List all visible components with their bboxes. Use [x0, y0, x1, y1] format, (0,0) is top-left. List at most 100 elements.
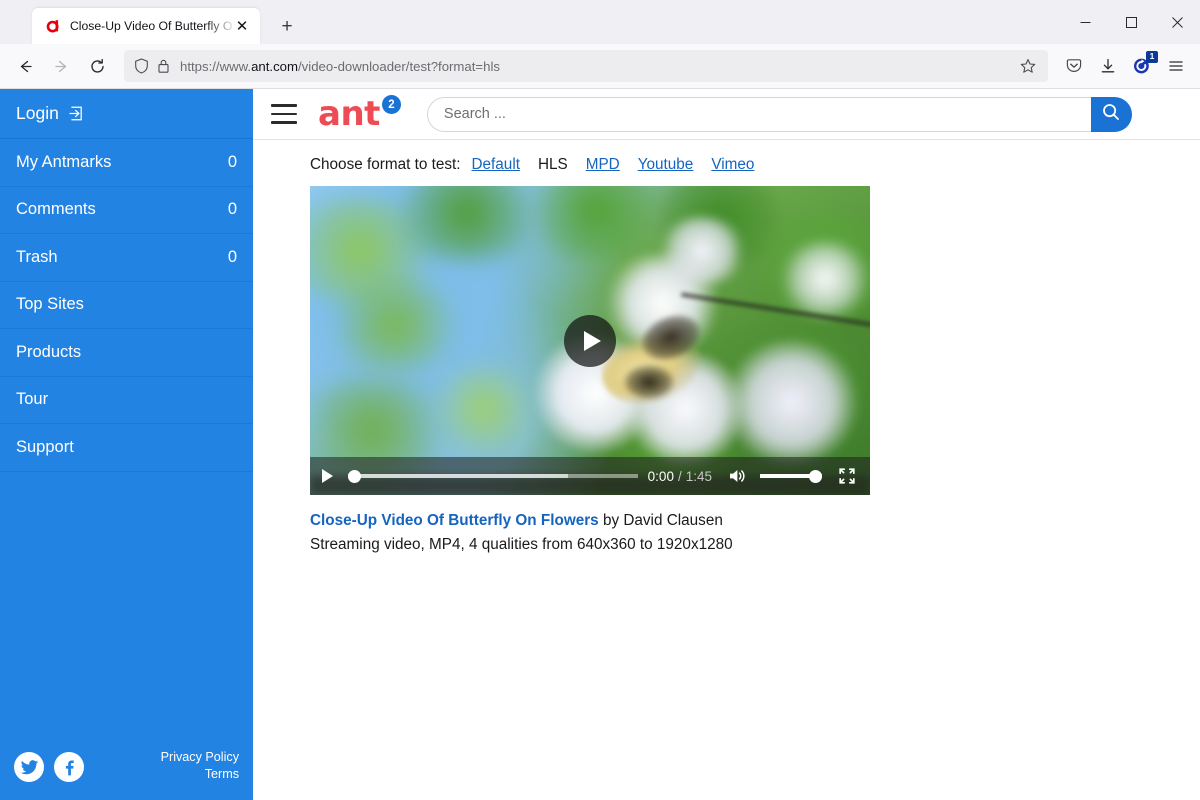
pocket-icon[interactable]: [1058, 50, 1090, 82]
duration: 1:45: [686, 469, 712, 484]
navigation-toolbar: https://www.ant.com/video-downloader/tes…: [0, 44, 1200, 89]
time-separator: /: [678, 469, 682, 484]
video-player[interactable]: 0:00 / 1:45: [310, 186, 870, 495]
time-display: 0:00 / 1:45: [648, 469, 712, 484]
brand-badge: 2: [382, 95, 401, 114]
login-arrow-icon: [68, 105, 85, 122]
reload-button[interactable]: [80, 50, 114, 82]
star-icon[interactable]: [1014, 52, 1042, 80]
forward-button[interactable]: [44, 50, 78, 82]
url-path: /video-downloader/test?format=hls: [298, 59, 500, 74]
fullscreen-button[interactable]: [838, 467, 858, 485]
back-button[interactable]: [8, 50, 42, 82]
sidebar-item-label: Tour: [16, 390, 237, 409]
sidebar-item-my-antmarks[interactable]: My Antmarks 0: [0, 139, 253, 187]
progress-slider[interactable]: [348, 466, 638, 486]
play-icon: [322, 469, 333, 483]
sidebar-item-comments[interactable]: Comments 0: [0, 187, 253, 235]
video-play-overlay-button[interactable]: [564, 315, 616, 367]
video-controls: 0:00 / 1:45: [310, 457, 870, 495]
tab-title: Close-Up Video Of Butterfly On: [70, 19, 232, 33]
page-viewport: Login My Antmarks 0 Comments 0 Trash 0 T…: [0, 89, 1200, 800]
search-icon: [1101, 102, 1121, 127]
video-caption: Close-Up Video Of Butterfly On Flowers b…: [310, 509, 1200, 557]
sidebar-item-label: Products: [16, 343, 237, 362]
video-details: Streaming video, MP4, 4 qualities from 6…: [310, 533, 1200, 557]
video-author: by David Clausen: [599, 512, 723, 529]
search-input[interactable]: Search ...: [427, 97, 1091, 132]
current-time: 0:00: [648, 469, 674, 484]
progress-buffered: [348, 474, 568, 478]
sidebar-spacer: [0, 472, 253, 750]
sidebar: Login My Antmarks 0 Comments 0 Trash 0 T…: [0, 89, 253, 800]
sidebar-item-label: Comments: [16, 200, 228, 219]
sidebar-item-trash[interactable]: Trash 0: [0, 234, 253, 282]
url-prefix: https://www.: [180, 59, 251, 74]
search-button[interactable]: [1091, 97, 1132, 132]
sidebar-item-support[interactable]: Support: [0, 424, 253, 472]
format-label: Choose format to test:: [310, 156, 461, 174]
privacy-policy-link[interactable]: Privacy Policy: [161, 749, 239, 766]
brand-logo[interactable]: ant 2: [318, 99, 401, 129]
sidebar-login[interactable]: Login: [0, 89, 253, 139]
facebook-icon[interactable]: [54, 752, 84, 782]
brand-wordmark: ant: [318, 99, 380, 129]
caption-line-1: Close-Up Video Of Butterfly On Flowers b…: [310, 509, 1200, 533]
volume-icon: [728, 467, 748, 485]
format-option-hls: HLS: [538, 156, 568, 174]
terms-link[interactable]: Terms: [161, 766, 239, 783]
main-content: Choose format to test: Default HLS MPD Y…: [253, 140, 1200, 800]
extension-icon[interactable]: 1: [1126, 50, 1158, 82]
app-header: ant 2 Search ...: [253, 89, 1200, 140]
hamburger-menu-icon[interactable]: [1160, 50, 1192, 82]
url-bar[interactable]: https://www.ant.com/video-downloader/tes…: [124, 50, 1048, 82]
format-selector: Choose format to test: Default HLS MPD Y…: [310, 156, 1200, 174]
hamburger-menu-icon[interactable]: [271, 104, 297, 124]
format-option-youtube[interactable]: Youtube: [638, 156, 694, 174]
sidebar-login-label: Login: [16, 103, 59, 124]
play-icon: [584, 331, 601, 351]
sidebar-item-count: 0: [228, 200, 237, 219]
search-bar: Search ...: [427, 97, 1132, 132]
format-option-default[interactable]: Default: [472, 156, 520, 174]
video-title-link[interactable]: Close-Up Video Of Butterfly On Flowers: [310, 512, 599, 529]
url-text[interactable]: https://www.ant.com/video-downloader/tes…: [180, 59, 1014, 74]
maximize-button[interactable]: [1108, 0, 1154, 44]
twitter-icon[interactable]: [14, 752, 44, 782]
sidebar-item-count: 0: [228, 153, 237, 172]
extension-badge: 1: [1146, 51, 1158, 63]
new-tab-button[interactable]: +: [272, 11, 302, 41]
play-button[interactable]: [322, 469, 344, 483]
sidebar-item-label: My Antmarks: [16, 153, 228, 172]
minimize-button[interactable]: [1062, 0, 1108, 44]
content-area: ant 2 Search ... Choose format to test: …: [253, 89, 1200, 800]
close-button[interactable]: [1154, 0, 1200, 44]
url-domain: ant.com: [251, 59, 298, 74]
fullscreen-icon: [838, 467, 856, 485]
sidebar-footer: Privacy Policy Terms: [0, 749, 253, 800]
sidebar-item-top-sites[interactable]: Top Sites: [0, 282, 253, 330]
lock-icon[interactable]: [152, 55, 174, 77]
browser-tab[interactable]: Close-Up Video Of Butterfly On ✕: [32, 8, 260, 44]
sidebar-item-label: Support: [16, 438, 237, 457]
download-icon[interactable]: [1092, 50, 1124, 82]
tab-close-button[interactable]: ✕: [232, 16, 252, 36]
window-controls: [1062, 0, 1200, 44]
sidebar-item-tour[interactable]: Tour: [0, 377, 253, 425]
shield-icon[interactable]: [130, 55, 152, 77]
volume-button[interactable]: [728, 467, 748, 485]
sidebar-item-count: 0: [228, 248, 237, 267]
ant-logo-favicon: [44, 18, 61, 35]
volume-slider[interactable]: [760, 467, 822, 485]
format-option-vimeo[interactable]: Vimeo: [711, 156, 754, 174]
progress-knob[interactable]: [348, 470, 361, 483]
sidebar-item-label: Top Sites: [16, 295, 237, 314]
tab-strip: Close-Up Video Of Butterfly On ✕ +: [0, 0, 1200, 44]
legal-links: Privacy Policy Terms: [161, 749, 239, 782]
format-option-mpd[interactable]: MPD: [586, 156, 620, 174]
sidebar-item-label: Trash: [16, 248, 228, 267]
volume-knob[interactable]: [809, 470, 822, 483]
sidebar-item-products[interactable]: Products: [0, 329, 253, 377]
social-links: [14, 752, 161, 782]
browser-window: Close-Up Video Of Butterfly On ✕ +: [0, 0, 1200, 800]
